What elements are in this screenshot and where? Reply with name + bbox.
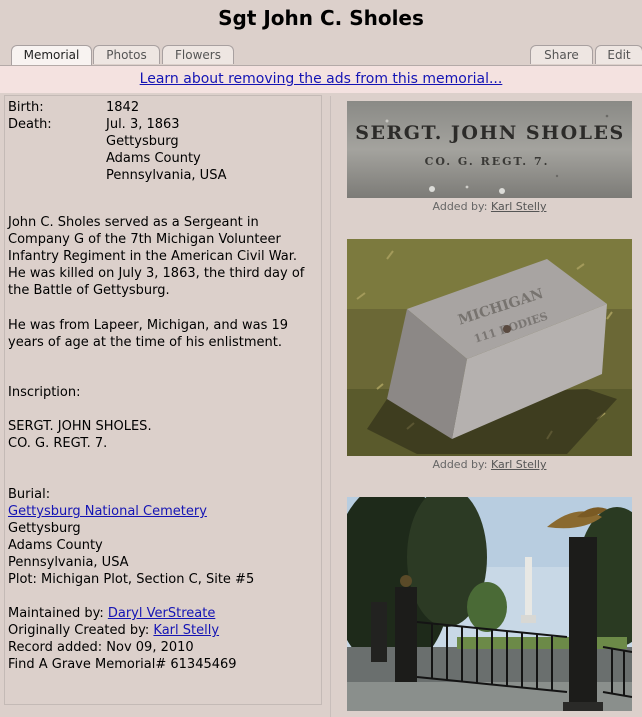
memorial-id: Find A Grave Memorial# 61345469 xyxy=(8,657,237,672)
bio-paragraph-1: John C. Sholes served as a Sergeant in C… xyxy=(8,214,320,299)
bio-line: He was from Lapeer, Michigan, and was 19 xyxy=(8,318,289,333)
cemetery-gate-photo[interactable] xyxy=(332,482,642,711)
burial-plot: Plot: Michigan Plot, Section C, Site #5 xyxy=(8,572,255,587)
tab-flowers[interactable]: Flowers xyxy=(162,45,234,64)
burial-county: Adams County xyxy=(8,538,103,553)
record-added: Record added: Nov 09, 2010 xyxy=(8,640,194,655)
death-state: Pennsylvania, USA xyxy=(106,168,227,183)
memorial-details: Birth: 1842 Death: Jul. 3, 1863 Gettysbu… xyxy=(4,95,322,705)
added-by-label: Added by: xyxy=(432,200,488,213)
edit-button[interactable]: Edit xyxy=(595,45,642,64)
bio-line: years of age at the time of his enlistme… xyxy=(8,335,282,350)
photo-1-caption: Added by: Karl Stelly xyxy=(347,200,632,213)
photo-2-contributor-link[interactable]: Karl Stelly xyxy=(491,458,547,471)
creator-link[interactable]: Karl Stelly xyxy=(153,623,219,638)
bio-line: Infantry Regiment in the American Civil … xyxy=(8,249,298,264)
share-button[interactable]: Share xyxy=(530,45,593,64)
column-divider xyxy=(330,96,331,717)
memorial-meta: Maintained by: Daryl VerStreate Original… xyxy=(8,605,320,673)
inscription-label: Inscription: xyxy=(8,385,81,400)
tab-memorial[interactable]: Memorial xyxy=(11,45,92,65)
burial-label: Burial: xyxy=(8,487,51,502)
death-county: Adams County xyxy=(106,151,201,166)
birth-label: Birth: xyxy=(8,100,44,115)
headstone-text-line2: CO. G. REGT. 7. xyxy=(425,155,550,168)
burial-state: Pennsylvania, USA xyxy=(8,555,129,570)
photo-2-caption: Added by: Karl Stelly xyxy=(347,458,632,471)
tab-photos[interactable]: Photos xyxy=(93,45,160,64)
remove-ads-link[interactable]: Learn about removing the ads from this m… xyxy=(140,71,503,87)
death-date: Jul. 3, 1863 xyxy=(106,117,180,132)
added-by-label: Added by: xyxy=(432,458,488,471)
death-label: Death: xyxy=(8,117,52,132)
inscription-line: SERGT. JOHN SHOLES. xyxy=(8,419,152,434)
ad-banner: Learn about removing the ads from this m… xyxy=(0,65,642,93)
tab-bar: Memorial Photos Flowers Share Edit xyxy=(0,45,642,65)
photo-1-contributor-link[interactable]: Karl Stelly xyxy=(491,200,547,213)
inscription-line: CO. G. REGT. 7. xyxy=(8,436,108,451)
bio-line: Company G of the 7th Michigan Volunteer xyxy=(8,232,281,247)
burial-city: Gettysburg xyxy=(8,521,81,536)
bio-line: John C. Sholes served as a Sergeant in xyxy=(8,215,259,230)
burial-section: Burial: Gettysburg National Cemetery Get… xyxy=(8,486,320,588)
birth-value: 1842 xyxy=(106,100,140,115)
page-title: Sgt John C. Sholes xyxy=(218,6,424,30)
bio-line: the Battle of Gettysburg. xyxy=(8,283,170,298)
headstone-photo[interactable]: SERGT. JOHN SHOLES CO. G. REGT. 7. xyxy=(347,101,632,198)
headstone-text-line1: SERGT. JOHN SHOLES xyxy=(355,122,624,144)
inscription-text: SERGT. JOHN SHOLES. CO. G. REGT. 7. xyxy=(8,418,320,452)
maintainer-link[interactable]: Daryl VerStreate xyxy=(108,606,215,621)
michigan-marker-photo[interactable]: MICHIGAN 111 BODIES xyxy=(347,239,632,456)
bio-paragraph-2: He was from Lapeer, Michigan, and was 19… xyxy=(8,317,320,351)
created-label: Originally Created by: xyxy=(8,623,150,638)
maintained-label: Maintained by: xyxy=(8,606,104,621)
death-city: Gettysburg xyxy=(106,134,179,149)
bio-line: He was killed on July 3, 1863, the third… xyxy=(8,266,305,281)
cemetery-link[interactable]: Gettysburg National Cemetery xyxy=(8,504,207,519)
